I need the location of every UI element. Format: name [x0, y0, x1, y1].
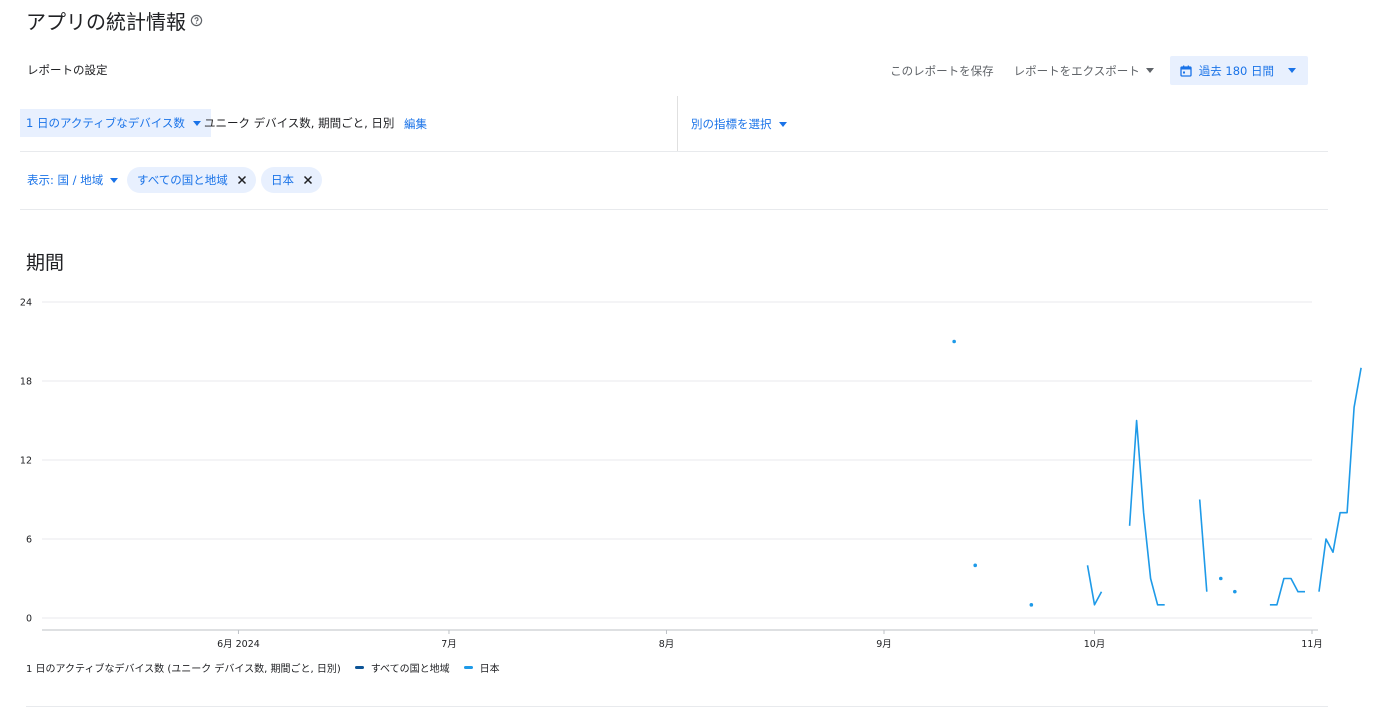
filter-chip-all-countries[interactable]: すべての国と地域 [127, 167, 256, 193]
x-tick-label: 8月 [659, 639, 675, 650]
date-range-button[interactable]: 過去 180 日間 [1169, 56, 1308, 85]
chevron-down-icon [1145, 68, 1154, 73]
display-dimension-label: 表示: 国 / 地域 [27, 173, 104, 187]
series-line [1269, 577, 1305, 606]
series-line [1198, 499, 1208, 592]
x-tick-label: 10月 [1084, 639, 1106, 650]
legend-metric-label: 1 日のアクティブなデバイス数 (ユニーク デバイス数, 期間ごと, 日別) [26, 664, 341, 675]
series-line [1128, 419, 1165, 606]
filter-chip-label: すべての国と地域 [137, 173, 228, 187]
y-tick-label: 0 [26, 614, 32, 625]
legend-swatch [463, 666, 473, 669]
legend-series-label: すべての国と地域 [370, 664, 450, 675]
y-tick-label: 18 [20, 377, 32, 388]
close-icon[interactable] [236, 174, 248, 186]
y-tick-label: 12 [20, 456, 32, 467]
time-series-chart: 0 6 12 18 24 6月 2024 7月 8月 9月 10月 11月 [20, 298, 1362, 650]
filter-chip-label: 日本 [271, 173, 294, 187]
divider [26, 706, 1328, 707]
calendar-icon [1180, 65, 1192, 77]
select-other-metric-dropdown[interactable]: 別の指標を選択 [691, 116, 787, 132]
section-title: 期間 [26, 252, 65, 274]
metric-dropdown-label: 1 日のアクティブなデバイス数 [26, 116, 185, 130]
divider [677, 96, 678, 151]
metric-description: ユニーク デバイス数, 期間ごと, 日別 [204, 116, 395, 130]
data-point [952, 339, 956, 344]
chevron-down-icon [1288, 68, 1296, 73]
metric-selector-row: 1 日のアクティブなデバイス数 ユニーク デバイス数, 期間ごと, 日別 編集 … [20, 96, 1328, 152]
select-other-metric-label: 別の指標を選択 [691, 117, 772, 131]
data-point [1029, 603, 1034, 607]
save-report-label: このレポートを保存 [890, 63, 994, 78]
page-title: アプリの統計情報 [26, 6, 203, 35]
x-tick-label: 6月 2024 [217, 639, 260, 650]
legend-swatch [354, 666, 364, 669]
filter-chip-japan[interactable]: 日本 [261, 167, 322, 193]
x-tick-label: 7月 [441, 639, 457, 650]
help-circle-icon[interactable] [190, 14, 203, 27]
x-tick-label: 9月 [876, 639, 892, 650]
data-point [1218, 576, 1223, 581]
metric-dropdown[interactable]: 1 日のアクティブなデバイス数 [20, 109, 211, 137]
chart-legend: 1 日のアクティブなデバイス数 (ユニーク デバイス数, 期間ごと, 日別) す… [26, 660, 500, 675]
y-tick-label: 6 [26, 535, 32, 546]
edit-metric-link[interactable]: 編集 [404, 116, 427, 132]
report-toolbar: このレポートを保存 レポートをエクスポート 過去 180 日間 [880, 56, 1308, 85]
chevron-down-icon [192, 120, 201, 126]
export-report-label: レポートをエクスポート [1013, 63, 1140, 78]
chevron-down-icon [110, 177, 119, 183]
report-settings-label: レポートの設定 [27, 63, 108, 77]
legend-series-label: 日本 [479, 664, 500, 675]
date-range-label: 過去 180 日間 [1198, 63, 1274, 78]
legend-item-japan[interactable]: 日本 [463, 660, 500, 675]
y-tick-label: 24 [20, 298, 32, 309]
chevron-down-icon [778, 121, 787, 127]
legend-item-all-countries[interactable]: すべての国と地域 [354, 660, 450, 675]
display-dimension-dropdown[interactable]: 表示: 国 / 地域 [27, 172, 119, 188]
page-title-text: アプリの統計情報 [26, 10, 186, 34]
data-point [973, 563, 978, 568]
close-icon[interactable] [302, 174, 314, 186]
series-line [1318, 367, 1362, 592]
series-line [1086, 565, 1103, 606]
save-report-button[interactable]: このレポートを保存 [880, 56, 1004, 85]
data-point [1233, 589, 1237, 594]
export-report-button[interactable]: レポートをエクスポート [1004, 56, 1164, 85]
x-tick-label: 11月 [1301, 639, 1323, 650]
filter-row: 表示: 国 / 地域 すべての国と地域 日本 [20, 152, 1328, 210]
